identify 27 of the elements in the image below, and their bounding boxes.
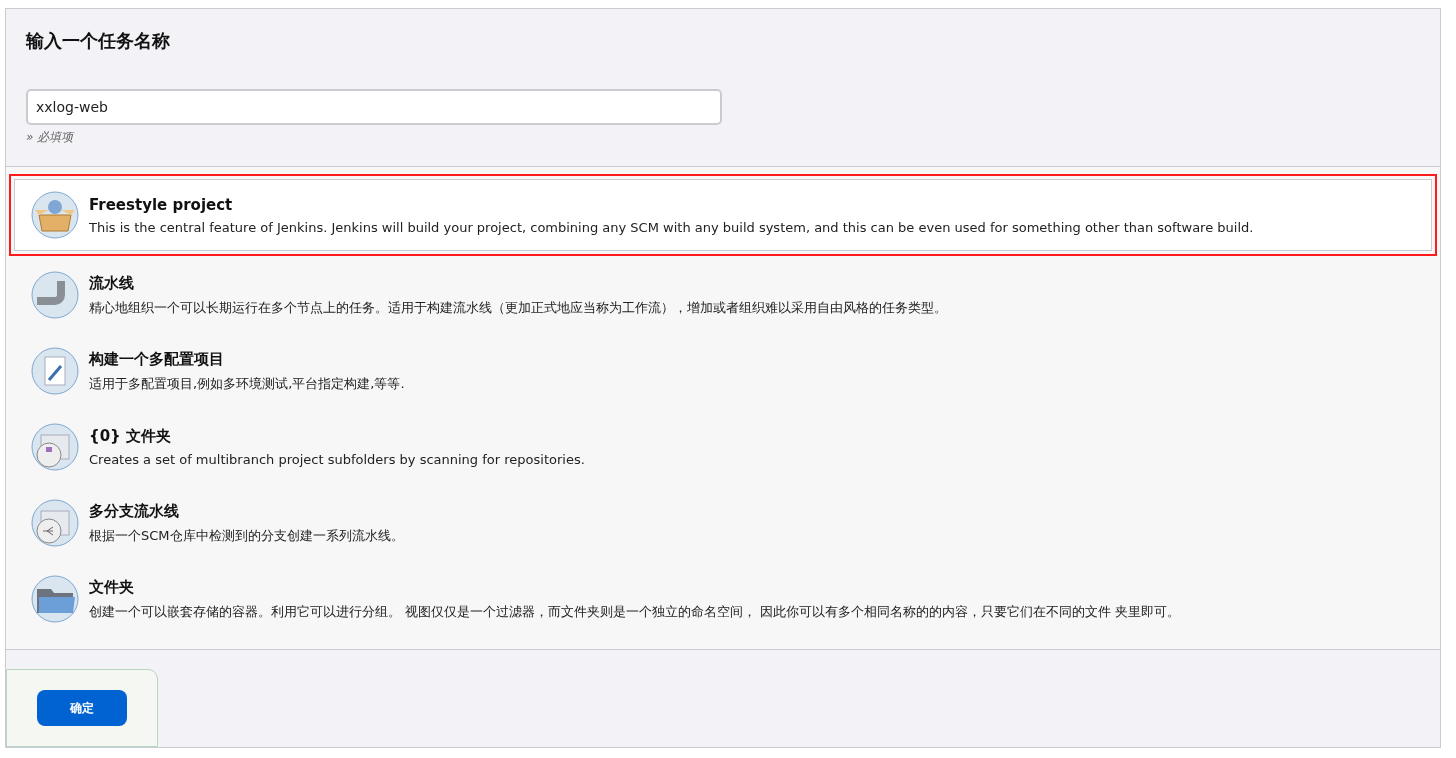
ok-button[interactable]: 确定 [37, 690, 127, 726]
project-type-icon [31, 191, 79, 239]
project-type-icon [31, 423, 79, 471]
item-name-field[interactable]: xxlog-web [26, 89, 722, 125]
project-type-icon [31, 347, 79, 395]
project-type-icon [31, 271, 79, 319]
project-type-icon [31, 575, 79, 623]
option-description: This is the central feature of Jenkins. Jenkins will build your project, combining any SCM with any build system, and this can be even used for something other than software build. [89, 219, 1254, 235]
option-title: 文件夹 [89, 577, 135, 597]
project-type-option[interactable]: 多分支流水线 根据一个SCM仓库中检测到的分支创建一系列流水线。 [14, 487, 1432, 559]
project-type-option[interactable]: 流水线 精心地组织一个可以长期运行在多个节点上的任务。适用于构建流水线（更加正式地应当称为工作流），增加或者组织难以采用自由风格的任务类型。 [14, 259, 1432, 331]
option-title: 多分支流水线 [89, 501, 180, 521]
project-type-icon [31, 499, 79, 547]
project-type-option[interactable]: 构建一个多配置项目 适用于多配置项目,例如多环境测试,平台指定构建,等等. [14, 335, 1432, 407]
project-type-option[interactable]: {0} 文件夹 Creates a set of multibranch project subfolders by scanning for repositories. [14, 411, 1432, 483]
option-description: 适用于多配置项目,例如多环境测试,平台指定构建,等等. [89, 374, 405, 393]
option-title: Freestyle project [89, 195, 234, 214]
option-title: {0} 文件夹 [89, 427, 173, 446]
page-title: 输入一个任务名称 [26, 29, 171, 53]
option-description: 精心地组织一个可以长期运行在多个节点上的任务。适用于构建流水线（更加正式地应当称为工作流），增加或者组织难以采用自由风格的任务类型。 [89, 298, 947, 317]
option-description: 创建一个可以嵌套存储的容器。利用它可以进行分组。 视图仅仅是一个过滤器，而文件夹则是一个独立的命名空间， 因此你可以有多个相同名称的的内容，只要它们在不同的文件 夹里即可。 [89, 602, 1181, 621]
option-description: Creates a set of multibranch project subfolders by scanning for repositories. [89, 452, 585, 467]
option-title: 构建一个多配置项目 [89, 349, 225, 369]
option-title: 流水线 [89, 273, 135, 293]
required-hint: » 必填项 [26, 129, 76, 146]
option-description: 根据一个SCM仓库中检测到的分支创建一系列流水线。 [89, 526, 404, 545]
project-type-option[interactable]: 文件夹 创建一个可以嵌套存储的容器。利用它可以进行分组。 视图仅仅是一个过滤器，而文件夹则是一个独立的命名空间， 因此你可以有多个相同名称的的内容，只要它们在不同的文件 夹里即可。 [14, 563, 1432, 635]
